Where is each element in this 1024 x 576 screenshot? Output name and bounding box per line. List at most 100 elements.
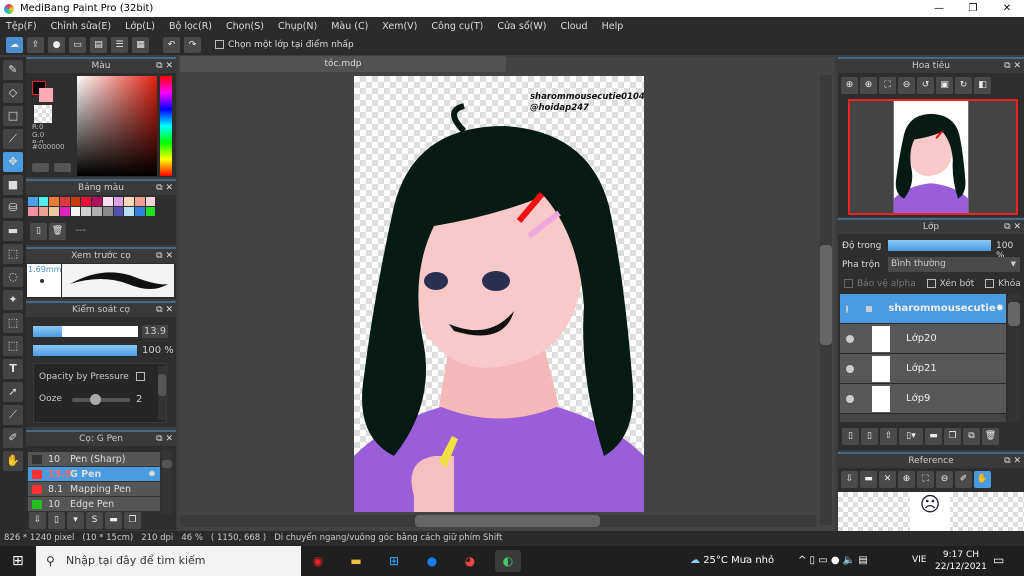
palette-swatch[interactable]: [28, 197, 38, 206]
maximize-button[interactable]: ❐: [956, 0, 990, 17]
document-tab[interactable]: tóc.mdp: [180, 56, 506, 72]
reset-rotation-icon[interactable]: ▣: [936, 77, 953, 94]
cloud-download-icon[interactable]: ⇩: [841, 471, 858, 488]
layer-row[interactable]: Lớp21: [840, 354, 1006, 384]
palette-swatch[interactable]: [113, 197, 124, 206]
chat-icon[interactable]: ▭: [69, 37, 86, 53]
new-palette-icon[interactable]: ▯: [30, 223, 47, 240]
weather-widget[interactable]: ☁ 25°C Mưa nhỏ: [690, 555, 774, 566]
menu-file[interactable]: Tệp(F): [6, 21, 37, 32]
folder-icon[interactable]: ▬: [105, 512, 122, 529]
palette-swatch[interactable]: [145, 197, 156, 206]
menu-edit[interactable]: Chỉnh sửa(E): [51, 21, 112, 32]
chrome-icon[interactable]: ◕: [457, 550, 483, 572]
navigator-viewport[interactable]: [848, 99, 1018, 215]
brush-item[interactable]: 8.1 Mapping Pen: [28, 482, 160, 497]
close-button[interactable]: ✕: [990, 0, 1024, 17]
menu-snap[interactable]: Chụp(N): [278, 21, 317, 32]
add-layer-menu-icon[interactable]: ▯▾: [899, 428, 923, 445]
comment-icon[interactable]: ●: [48, 37, 65, 53]
palette-swatch[interactable]: [102, 207, 113, 216]
palette-swatch[interactable]: [49, 207, 60, 216]
fit-icon[interactable]: ⛶: [879, 77, 896, 94]
duplicate-layer-icon[interactable]: ❐: [944, 428, 961, 445]
menu-cloud[interactable]: Cloud: [560, 21, 587, 32]
layer-row[interactable]: Lớp9: [840, 384, 1006, 414]
protect-alpha-checkbox[interactable]: [844, 279, 853, 288]
vertical-scrollbar[interactable]: [820, 75, 832, 525]
palette-swatch[interactable]: [134, 207, 145, 216]
panel-close-icon[interactable]: ⧉ ✕: [1004, 59, 1021, 73]
grid-icon[interactable]: ▦: [132, 37, 149, 53]
share-icon[interactable]: ⇪: [27, 37, 44, 53]
select-layer-on-click[interactable]: Chọn một lớp tại điểm nhấp: [215, 40, 354, 50]
visibility-eye-icon[interactable]: [846, 364, 854, 373]
zoom-out-icon[interactable]: ⊖: [898, 77, 915, 94]
visibility-eye-icon[interactable]: [846, 334, 854, 343]
hue-slider[interactable]: [160, 76, 172, 176]
palette-swatch[interactable]: [60, 197, 70, 206]
panel-close-icon[interactable]: ⧉ ✕: [156, 59, 173, 73]
new-brush-icon[interactable]: ▯: [48, 512, 65, 529]
rectangle-tool-icon[interactable]: □: [3, 106, 23, 126]
import-layer-icon[interactable]: ⇧: [880, 428, 897, 445]
palette-swatch[interactable]: [145, 207, 156, 216]
notification-icon[interactable]: ▭: [993, 553, 1004, 567]
lock-checkbox[interactable]: [985, 279, 995, 288]
gradient-tool-icon[interactable]: ▬: [3, 221, 23, 241]
reference-image[interactable]: ☹: [838, 492, 1024, 533]
ooze-slider[interactable]: [72, 394, 130, 405]
move-tool-icon[interactable]: ✥: [3, 152, 23, 172]
palette-swatch[interactable]: [124, 207, 134, 216]
operation-tool-icon[interactable]: ➚: [3, 382, 23, 402]
store-icon[interactable]: ⊞: [381, 550, 407, 572]
panel-close-icon[interactable]: ⧉ ✕: [156, 249, 173, 263]
clipping-checkbox[interactable]: [926, 279, 936, 288]
brush-size-slider[interactable]: [33, 326, 138, 337]
close-reference-icon[interactable]: ✕: [879, 471, 896, 488]
eyedropper-icon[interactable]: ✐: [955, 471, 972, 488]
brush-item[interactable]: 10 Edge Pen: [28, 497, 160, 512]
palette-swatch[interactable]: [102, 197, 113, 206]
palette-swatch[interactable]: [113, 207, 124, 216]
zoom-in-icon[interactable]: ⊕: [898, 471, 915, 488]
panel-close-icon[interactable]: ⧉ ✕: [1004, 220, 1021, 234]
undo-button[interactable]: ↶: [163, 37, 180, 53]
palette-swatch[interactable]: [38, 207, 49, 216]
fit-icon[interactable]: ⛶: [917, 471, 934, 488]
eraser-tool-icon[interactable]: ◇: [3, 83, 23, 103]
brush-opacity-slider[interactable]: [33, 345, 137, 356]
palette-swatch[interactable]: [70, 207, 81, 216]
palette-swatch[interactable]: [134, 197, 145, 206]
hand-tool-icon[interactable]: ✋: [3, 451, 23, 471]
divide-tool-icon[interactable]: ⟋: [3, 405, 23, 425]
select-eraser-tool-icon[interactable]: ⬚: [3, 336, 23, 356]
cloud-download-icon[interactable]: ⇩: [29, 512, 46, 529]
rotate-right-icon[interactable]: ↻: [955, 77, 972, 94]
color-mode-button[interactable]: [32, 163, 49, 172]
menu-view[interactable]: Xem(V): [382, 21, 417, 32]
menu-filter[interactable]: Bộ lọc(R): [169, 21, 212, 32]
clock[interactable]: 9:17 CH 22/12/2021: [935, 549, 987, 573]
palette-swatch[interactable]: [124, 197, 134, 206]
palette-swatch[interactable]: [60, 207, 70, 216]
menu-tools[interactable]: Công cụ(T): [431, 21, 483, 32]
cloud-icon[interactable]: ☁: [6, 37, 23, 53]
opacity-by-pressure-checkbox[interactable]: [135, 372, 145, 381]
palette-swatch[interactable]: [49, 197, 60, 206]
rotate-left-icon[interactable]: ↺: [917, 77, 934, 94]
zoom-out-icon[interactable]: ⊖: [936, 471, 953, 488]
add-brush-icon[interactable]: ▾: [67, 512, 84, 529]
windows-start-icon[interactable]: ⊞: [12, 553, 24, 569]
scrollbar[interactable]: [162, 450, 172, 514]
new-halftone-layer-icon[interactable]: ▯: [861, 428, 878, 445]
artwork-canvas[interactable]: sharommousecutie0104 @hoidap247: [354, 76, 644, 512]
panel-close-icon[interactable]: ⧉ ✕: [156, 303, 173, 317]
list-icon[interactable]: ☰: [111, 37, 128, 53]
secondary-color-swatch[interactable]: [39, 88, 53, 102]
select-rect-tool-icon[interactable]: ⬚: [3, 244, 23, 264]
palette-swatch[interactable]: [28, 207, 38, 216]
visibility-eye-icon[interactable]: [846, 304, 849, 313]
layer-opacity-slider[interactable]: [888, 240, 991, 251]
zoom-in-icon[interactable]: ⊕: [860, 77, 877, 94]
